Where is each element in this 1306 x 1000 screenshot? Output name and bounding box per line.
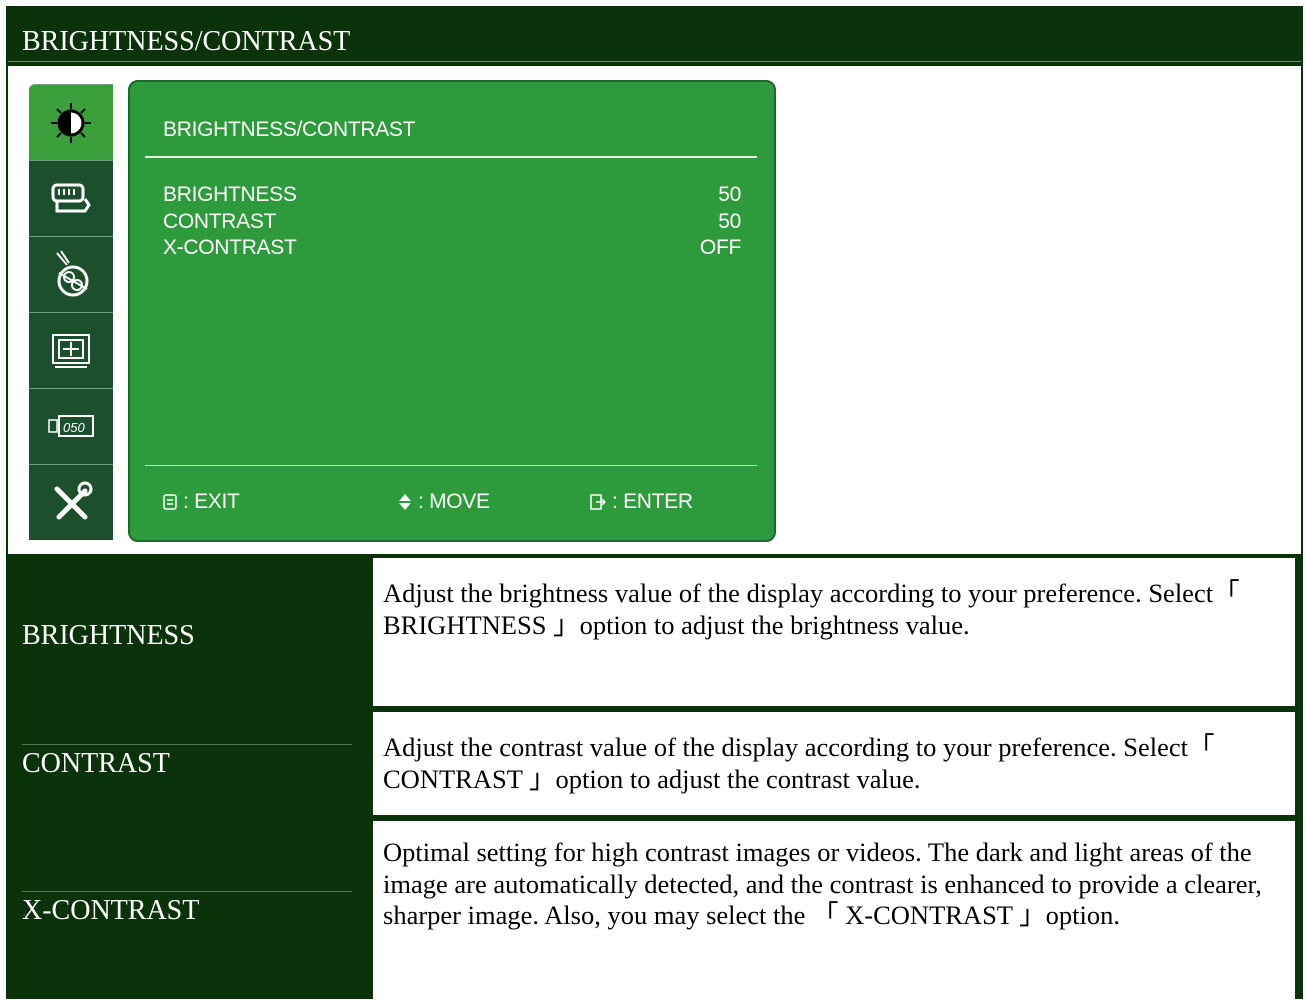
table-row-label: X-CONTRAST bbox=[8, 821, 363, 1000]
osd-tab-position[interactable] bbox=[29, 312, 113, 388]
osd-item-contrast[interactable]: CONTRAST 50 bbox=[163, 210, 741, 234]
osd-settings-icon: 050 bbox=[48, 414, 94, 437]
osd-item-value: OFF bbox=[699, 236, 741, 259]
osd-divider bbox=[145, 156, 757, 158]
osd-screenshot: 050 BRIGHTNESS/CONTRAST BRIGHTNESS 50 CO… bbox=[8, 66, 1301, 554]
osd-item-label: BRIGHTNESS bbox=[163, 183, 297, 206]
option-description: Optimal setting for high contrast images… bbox=[373, 821, 1295, 1000]
osd-enter-hint: : ENTER bbox=[590, 490, 693, 514]
section-title: BRIGHTNESS/CONTRAST bbox=[22, 26, 351, 57]
osd-item-label: CONTRAST bbox=[163, 210, 277, 233]
table-row-label: CONTRAST bbox=[8, 712, 363, 815]
option-description: Adjust the contrast value of the display… bbox=[373, 712, 1295, 815]
up-down-arrows-icon bbox=[399, 494, 411, 510]
image-position-icon bbox=[52, 333, 90, 368]
exit-icon bbox=[163, 494, 177, 510]
row-divider bbox=[22, 891, 352, 892]
osd-menu-panel: BRIGHTNESS/CONTRAST BRIGHTNESS 50 CONTRA… bbox=[128, 80, 776, 542]
table-row-contrast: CONTRAST Adjust the contrast value of th… bbox=[8, 712, 1301, 815]
osd-tab-osd-settings[interactable]: 050 bbox=[29, 388, 113, 464]
table-row-brightness: BRIGHTNESS Adjust the brightness value o… bbox=[8, 558, 1301, 706]
osd-item-label: X-CONTRAST bbox=[163, 236, 297, 259]
enter-icon bbox=[590, 494, 606, 510]
osd-move-hint: : MOVE bbox=[398, 490, 490, 514]
table-row-label: BRIGHTNESS bbox=[8, 558, 363, 706]
osd-item-value: 50 bbox=[718, 210, 741, 233]
option-description: Adjust the brightness value of the displ… bbox=[373, 558, 1295, 706]
osd-tab-color[interactable] bbox=[29, 236, 113, 312]
option-name: CONTRAST bbox=[22, 748, 170, 779]
brightness-contrast-icon bbox=[51, 102, 91, 143]
osd-menu-title: BRIGHTNESS/CONTRAST bbox=[163, 118, 416, 141]
osd-item-value: 50 bbox=[718, 183, 741, 206]
tools-icon bbox=[54, 481, 93, 519]
table-row-x-contrast: X-CONTRAST Optimal setting for high cont… bbox=[8, 821, 1301, 1000]
color-icon bbox=[56, 249, 89, 296]
input-source-icon bbox=[51, 183, 91, 212]
section-header: BRIGHTNESS/CONTRAST bbox=[8, 7, 1301, 62]
osd-item-brightness[interactable]: BRIGHTNESS 50 bbox=[163, 183, 741, 207]
osd-item-x-contrast[interactable]: X-CONTRAST OFF bbox=[163, 236, 741, 260]
row-divider bbox=[22, 744, 352, 745]
svg-text:050: 050 bbox=[63, 420, 85, 435]
osd-divider bbox=[145, 465, 757, 466]
osd-tab-brightness-contrast[interactable] bbox=[29, 84, 113, 160]
osd-exit-hint: : EXIT bbox=[163, 490, 240, 514]
option-name: X-CONTRAST bbox=[22, 895, 200, 926]
osd-sidebar: 050 bbox=[29, 84, 113, 540]
option-name: BRIGHTNESS bbox=[22, 620, 195, 651]
osd-tab-tools[interactable] bbox=[29, 464, 113, 540]
osd-tab-input[interactable] bbox=[29, 160, 113, 236]
